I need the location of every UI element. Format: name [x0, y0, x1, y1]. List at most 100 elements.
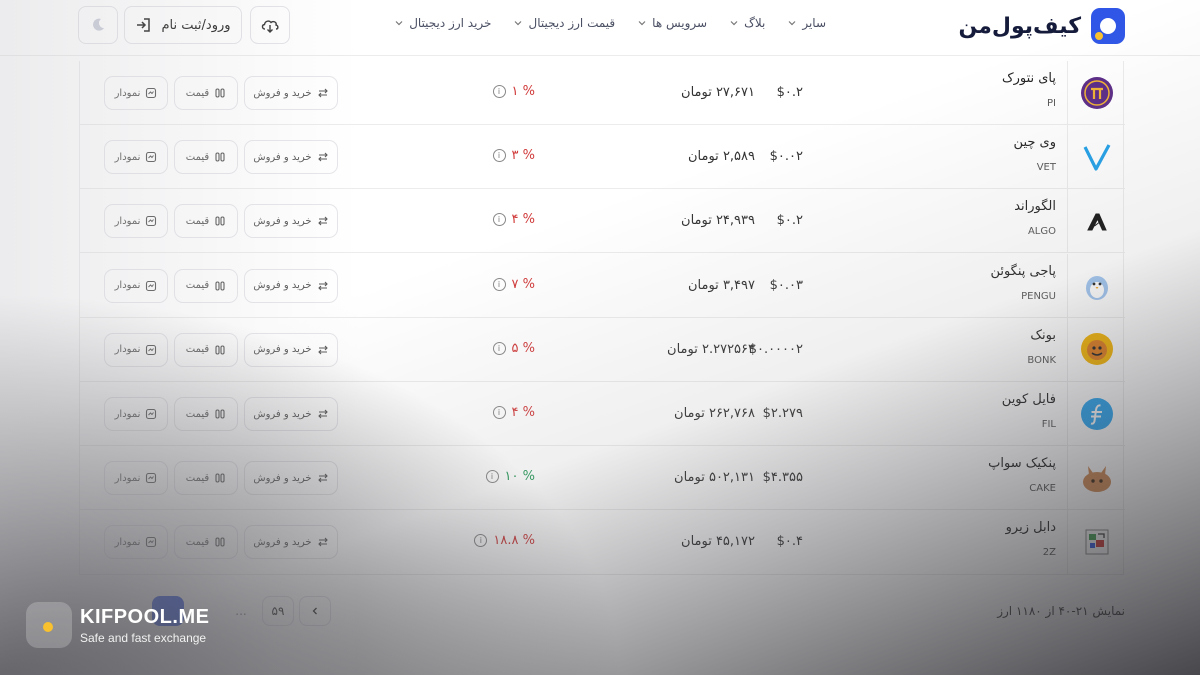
chart-button[interactable]: نمودار: [104, 397, 168, 431]
change-percent: ۴ %: [511, 212, 535, 228]
price-label: قیمت: [185, 408, 210, 420]
table-row[interactable]: فایل کوین FIL $۲.۲۷۹ ۲۶۲,۷۶۸ تومان i ۴ %…: [80, 382, 1125, 446]
info-icon[interactable]: i: [492, 277, 506, 291]
trade-label: خرید و فروش: [253, 87, 312, 99]
info-icon[interactable]: i: [492, 406, 506, 419]
chart-button[interactable]: نمودار: [104, 204, 168, 239]
trade-label: خرید و فروش: [253, 215, 312, 227]
price-label: قیمت: [185, 536, 210, 548]
theme-toggle-button[interactable]: [78, 6, 118, 44]
coin-name[interactable]: دابل زیرو: [1006, 520, 1056, 535]
info-icon[interactable]: i: [492, 213, 506, 227]
coin-symbol: BONK: [1027, 354, 1056, 366]
price-button[interactable]: قیمت: [174, 461, 238, 496]
price-button[interactable]: قیمت: [174, 268, 238, 303]
main-nav: خرید ارز دیجیتال قیمت ارز دیجیتال سرویس …: [394, 16, 826, 30]
chart-button[interactable]: نمودار: [104, 332, 168, 367]
coin-icon-cell: [1067, 125, 1125, 189]
pagination-last-page[interactable]: ۵۹: [262, 596, 294, 626]
trade-button[interactable]: خرید و فروش: [244, 140, 338, 175]
price-toman: ۲,۵۸۹ تومان: [688, 149, 755, 165]
table-row[interactable]: پای نتورک PI $۰.۲ ۲۷,۶۷۱ تومان i ۱ % خری…: [80, 61, 1125, 125]
table-row[interactable]: پاجی پنگوئن PENGU $۰.۰۳ ۳,۴۹۷ تومان i ۷ …: [80, 253, 1125, 318]
login-label: ورود/ثبت نام: [161, 17, 231, 33]
trade-button[interactable]: خرید و فروش: [244, 461, 338, 496]
table-row[interactable]: بونک BONK $۰.۰۰۰۰۲ ۲.۲۷۲۵۶۳ تومان i ۵ % …: [80, 317, 1125, 382]
nav-item-services[interactable]: سرویس ها: [637, 16, 707, 30]
price-button[interactable]: قیمت: [174, 525, 238, 560]
chart-button[interactable]: نمودار: [104, 140, 168, 175]
info-icon[interactable]: i: [485, 470, 499, 484]
coin-name[interactable]: وی چین: [1014, 135, 1056, 150]
watermark-title: KIFPOOL.ME: [80, 605, 210, 628]
change-24h: i ۱۸.۸ %: [474, 533, 535, 548]
coin-icon-cell: [1067, 382, 1125, 445]
site-logo[interactable]: کیف‌پول‌من: [958, 7, 1125, 45]
login-register-button[interactable]: ورود/ثبت نام: [124, 6, 242, 44]
chart-button[interactable]: نمودار: [104, 268, 168, 303]
change-24h: i ۳ %: [492, 148, 535, 163]
table-row[interactable]: پنکیک سواپ CAKE $۴.۳۵۵ ۵۰۲,۱۳۱ تومان i ۱…: [80, 446, 1125, 511]
chart-button[interactable]: نمودار: [104, 525, 168, 560]
nav-item-blog[interactable]: بلاگ: [729, 16, 765, 30]
price-button[interactable]: قیمت: [174, 332, 238, 367]
table-row[interactable]: دابل زیرو 2Z $۰.۴ ۴۵,۱۷۲ تومان i ۱۸.۸ % …: [80, 510, 1125, 575]
coin-icon-cell: [1067, 61, 1125, 124]
download-app-button[interactable]: [250, 6, 290, 44]
nav-item-label: بلاگ: [744, 16, 766, 30]
chart-label: نمودار: [114, 151, 141, 163]
price-toman: ۳,۴۹۷ تومان: [688, 277, 755, 293]
coin-name[interactable]: فایل کوین: [1002, 392, 1056, 407]
chart-icon: [146, 280, 157, 291]
coin-name[interactable]: بونک: [1030, 328, 1056, 343]
watermark-logo-icon: [26, 602, 72, 648]
exchange-icon: [317, 88, 328, 98]
doublezero-icon: [1080, 525, 1114, 559]
coin-name[interactable]: پاجی پنگوئن: [990, 264, 1056, 279]
chart-label: نمودار: [114, 87, 141, 99]
info-icon[interactable]: i: [474, 534, 488, 548]
price-tag-icon: [215, 345, 225, 355]
price-button[interactable]: قیمت: [174, 76, 238, 110]
nav-item-crypto-price[interactable]: قیمت ارز دیجیتال: [513, 16, 615, 30]
price-button[interactable]: قیمت: [174, 204, 238, 239]
chart-button[interactable]: نمودار: [104, 461, 168, 496]
chart-button[interactable]: نمودار: [104, 76, 168, 110]
price-tag-icon: [215, 537, 225, 547]
info-icon[interactable]: i: [492, 149, 506, 163]
trade-button[interactable]: خرید و فروش: [244, 268, 338, 303]
watermark: KIFPOOL.ME Safe and fast exchange: [26, 602, 209, 648]
nav-item-buy-crypto[interactable]: خرید ارز دیجیتال: [394, 16, 491, 30]
price-toman: ۴۵,۱۷۲ تومان: [681, 534, 755, 550]
price-toman: ۲.۲۷۲۵۶۳ تومان: [667, 341, 755, 357]
trade-button[interactable]: خرید و فروش: [244, 525, 338, 560]
price-button[interactable]: قیمت: [174, 140, 238, 175]
coin-price-table: پای نتورک PI $۰.۲ ۲۷,۶۷۱ تومان i ۱ % خری…: [79, 61, 1125, 575]
coin-name[interactable]: الگوراند: [1014, 199, 1056, 214]
coin-name[interactable]: پنکیک سواپ: [988, 456, 1056, 471]
info-icon[interactable]: i: [492, 341, 506, 355]
trade-label: خرید و فروش: [253, 344, 312, 356]
nav-item-label: خرید ارز دیجیتال: [409, 16, 492, 30]
nav-item-label: سرویس ها: [652, 16, 708, 30]
trade-button[interactable]: خرید و فروش: [244, 332, 338, 367]
coin-symbol: CAKE: [1029, 483, 1056, 495]
pancakeswap-icon: [1080, 461, 1114, 495]
pi-icon: [1080, 76, 1114, 110]
exchange-icon: [317, 473, 328, 483]
price-button[interactable]: قیمت: [174, 397, 238, 431]
info-icon[interactable]: i: [492, 85, 506, 98]
trade-button[interactable]: خرید و فروش: [244, 76, 338, 110]
table-row[interactable]: الگوراند ALGO $۰.۲ ۲۴,۹۳۹ تومان i ۴ % خر…: [80, 189, 1125, 254]
trade-button[interactable]: خرید و فروش: [244, 397, 338, 431]
price-usd: $۰.۴: [776, 534, 803, 550]
price-tag-icon: [215, 281, 225, 291]
nav-item-other[interactable]: سایر: [787, 16, 826, 30]
chart-label: نمودار: [114, 472, 141, 484]
coin-name[interactable]: پای نتورک: [1002, 71, 1056, 86]
price-label: قیمت: [185, 215, 210, 227]
price-label: قیمت: [185, 344, 210, 356]
trade-button[interactable]: خرید و فروش: [244, 204, 338, 239]
table-row[interactable]: وی چین VET $۰.۰۲ ۲,۵۸۹ تومان i ۳ % خرید …: [80, 125, 1125, 190]
pagination-next-button[interactable]: [299, 596, 331, 626]
